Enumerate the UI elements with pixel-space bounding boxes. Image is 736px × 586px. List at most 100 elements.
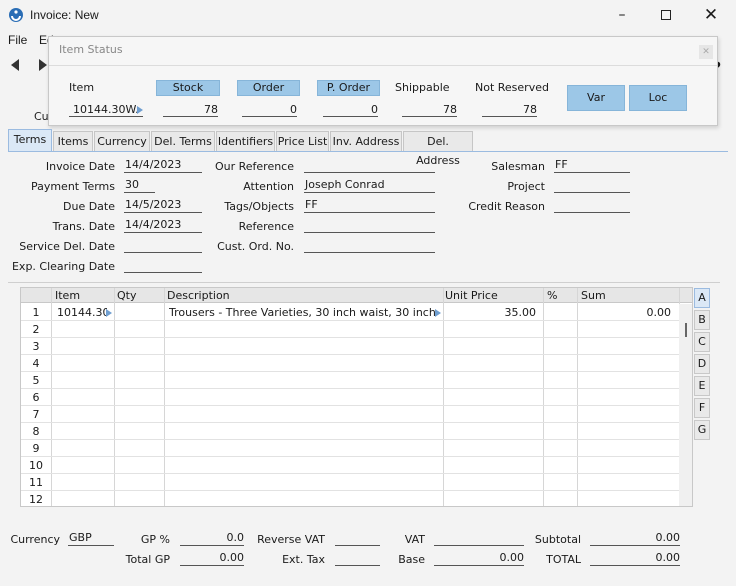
cust-ord-no-field[interactable] [304,238,435,253]
row-divider [21,456,679,457]
subtotal-label: Subtotal [534,533,581,546]
total-gp-label: Total GP [125,553,170,566]
minimize-icon[interactable]: – [610,4,634,26]
popup-item-label: Item [69,81,95,94]
tab-terms[interactable]: Terms [8,129,52,151]
tab-inv-address[interactable]: Inv. Address [330,131,402,151]
project-label: Project [507,180,545,193]
grid-tab-b[interactable]: B [694,310,710,330]
row-divider [21,388,679,389]
window-title: Invoice: New [30,8,99,22]
item-lookup-arrow-icon[interactable] [137,106,143,114]
our-reference-label: Our Reference [214,160,294,173]
previous-record-icon[interactable] [10,59,20,71]
row-number: 4 [32,357,40,370]
base-value: 0.00 [434,551,524,566]
menu-file[interactable]: File [8,33,27,47]
trans-date-field[interactable]: 14/4/2023 [124,218,202,233]
popup-close-icon[interactable]: ✕ [699,45,713,59]
tab-identifiers[interactable]: Identifiers [216,131,275,151]
row-number: 11 [29,476,43,489]
row-number: 6 [32,391,40,404]
service-del-date-field[interactable] [124,238,202,253]
row-divider [21,439,679,440]
purchase-order-value: 0 [323,103,378,117]
row-item-field[interactable]: 10144.30 [57,306,107,319]
exp-clearing-date-label: Exp. Clearing Date [11,260,115,273]
order-value: 0 [242,103,297,117]
due-date-field[interactable]: 14/5/2023 [124,198,202,213]
salesman-field[interactable]: FF [554,158,630,173]
grid-tab-d[interactable]: D [694,354,710,374]
grid-tab-f[interactable]: F [694,398,710,418]
stock-button[interactable]: Stock [156,80,220,96]
payment-terms-field[interactable]: 30 [124,178,155,193]
tab-del-address[interactable]: Del. Address [403,131,473,167]
tab-price-list[interactable]: Price List [276,131,329,151]
grid-tab-c[interactable]: C [694,332,710,352]
row-number: 1 [32,306,40,319]
exp-clearing-date-field[interactable] [124,258,202,273]
tab-underline [8,151,728,152]
item-lookup-arrow-icon[interactable] [106,309,112,317]
reference-field[interactable] [304,218,435,233]
col-header-item: Item [55,289,81,302]
grid-tab-e[interactable]: E [694,376,710,396]
currency-label: Currency [10,533,60,546]
ext-tax-label: Ext. Tax [282,553,325,566]
not-reserved-label: Not Reserved [475,81,549,94]
var-button[interactable]: Var [567,85,625,111]
attention-field[interactable]: Joseph Conrad [304,178,435,193]
order-button[interactable]: Order [237,80,300,96]
tab-currency[interactable]: Currency [94,131,150,151]
currency-field[interactable]: GBP [68,531,114,546]
grid-tab-a[interactable]: A [694,288,710,308]
row-divider [21,354,679,355]
row-divider [21,405,679,406]
col-header-qty: Qty [117,289,137,302]
row-divider [21,422,679,423]
reverse-vat-label: Reverse VAT [257,533,325,546]
cust-ord-no-label: Cust. Ord. No. [217,240,294,253]
trans-date-label: Trans. Date [52,220,115,233]
maximize-icon[interactable] [654,4,678,26]
row-divider [21,371,679,372]
row-number: 3 [32,340,40,353]
purchase-order-button[interactable]: P. Order [317,80,380,96]
popup-divider [49,65,717,66]
project-field[interactable] [554,178,630,193]
due-date-label: Due Date [63,200,115,213]
next-record-icon[interactable] [38,59,48,71]
credit-reason-label: Credit Reason [468,200,545,213]
tab-items[interactable]: Items [53,131,93,151]
attention-label: Attention [243,180,294,193]
close-icon[interactable]: ✕ [699,4,723,26]
shippable-value: 78 [402,103,457,117]
row-description-field[interactable]: Trousers - Three Varieties, 30 inch wais… [169,306,435,319]
description-arrow-icon[interactable] [435,309,441,317]
loc-button[interactable]: Loc [629,85,687,111]
total-label: TOTAL [546,553,581,566]
tags-objects-label: Tags/Objects [224,200,294,213]
grid-scrollbar-thumb[interactable] [685,323,687,337]
invoice-date-label: Invoice Date [45,160,115,173]
tags-objects-field[interactable]: FF [304,198,435,213]
vat-label: VAT [404,533,425,546]
salesman-label: Salesman [491,160,545,173]
our-reference-field[interactable] [304,158,435,173]
row-number: 10 [29,459,43,472]
invoice-rows-grid[interactable]: Item Qty Description Unit Price % Sum 1 … [20,287,693,507]
row-unit-price-field[interactable]: 35.00 [446,306,537,319]
reverse-vat-field[interactable] [335,531,380,546]
col-header-description: Description [167,289,230,302]
row-sum-field[interactable]: 0.00 [579,306,672,319]
row-number: 7 [32,408,40,421]
credit-reason-field[interactable] [554,198,630,213]
tab-del-terms[interactable]: Del. Terms [151,131,215,151]
invoice-date-field[interactable]: 14/4/2023 [124,158,202,173]
item-status-popup: Item Status ✕ Item 10144.30W. Stock 78 O… [48,36,718,126]
ext-tax-field[interactable] [335,551,380,566]
grid-tab-g[interactable]: G [694,420,710,440]
popup-item-field[interactable]: 10144.30W. [69,103,143,117]
service-del-date-label: Service Del. Date [19,240,115,253]
